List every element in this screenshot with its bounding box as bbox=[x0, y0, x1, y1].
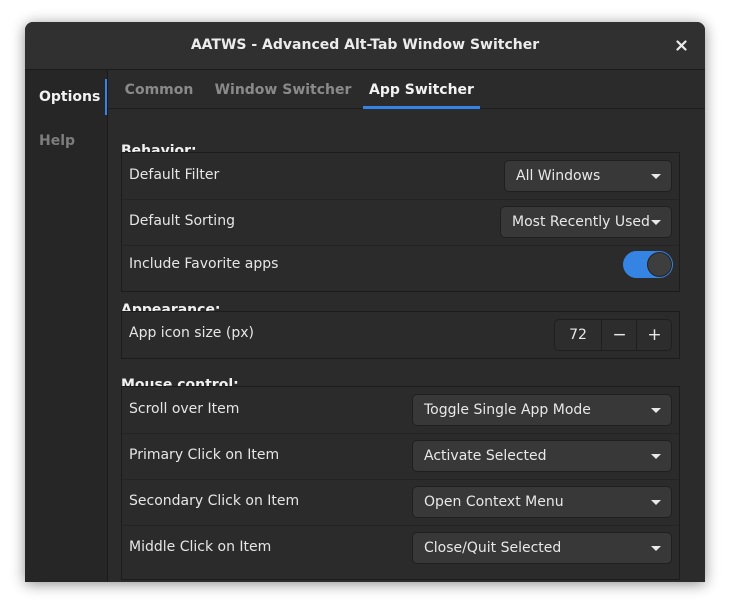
behavior-group: Default Filter All Windows Default Sorti… bbox=[121, 152, 680, 292]
sidebar-item-options[interactable]: Options bbox=[25, 79, 107, 115]
primary-click-dropdown[interactable]: Activate Selected bbox=[412, 440, 672, 472]
primary-click-row: Primary Click on Item Activate Selected bbox=[122, 433, 679, 479]
close-button[interactable] bbox=[669, 33, 693, 57]
icon-size-label: App icon size (px) bbox=[129, 325, 254, 341]
middle-click-value: Close/Quit Selected bbox=[424, 540, 562, 556]
include-favorites-row: Include Favorite apps bbox=[122, 245, 679, 291]
primary-click-value: Activate Selected bbox=[424, 448, 547, 464]
tab-bar: Common Window Switcher App Switcher bbox=[108, 70, 705, 109]
tab-window-switcher[interactable]: Window Switcher bbox=[211, 70, 355, 108]
increment-button[interactable]: + bbox=[636, 320, 672, 350]
default-sorting-label: Default Sorting bbox=[129, 213, 235, 229]
tab-app-switcher[interactable]: App Switcher bbox=[363, 70, 480, 109]
chevron-down-icon bbox=[651, 174, 661, 179]
appearance-group: App icon size (px) 72 − + bbox=[121, 311, 680, 359]
primary-click-label: Primary Click on Item bbox=[129, 447, 280, 463]
tab-common[interactable]: Common bbox=[120, 70, 198, 108]
middle-click-dropdown[interactable]: Close/Quit Selected bbox=[412, 532, 672, 564]
sidebar-item-help[interactable]: Help bbox=[25, 123, 107, 159]
sidebar: Options Help bbox=[25, 70, 108, 582]
main-content: Common Window Switcher App Switcher Beha… bbox=[108, 70, 705, 582]
default-filter-dropdown[interactable]: All Windows bbox=[504, 160, 672, 192]
include-favorites-switch[interactable] bbox=[623, 251, 673, 278]
close-icon bbox=[675, 39, 687, 51]
default-filter-label: Default Filter bbox=[129, 167, 220, 183]
default-sorting-value: Most Recently Used bbox=[512, 214, 650, 230]
icon-size-spinbutton: 72 − + bbox=[554, 319, 672, 351]
secondary-click-row: Secondary Click on Item Open Context Men… bbox=[122, 479, 679, 525]
chevron-down-icon bbox=[651, 220, 661, 225]
middle-click-label: Middle Click on Item bbox=[129, 539, 272, 555]
chevron-down-icon bbox=[651, 408, 661, 413]
secondary-click-dropdown[interactable]: Open Context Menu bbox=[412, 486, 672, 518]
secondary-click-label: Secondary Click on Item bbox=[129, 493, 300, 509]
chevron-down-icon bbox=[651, 546, 661, 551]
secondary-click-value: Open Context Menu bbox=[424, 494, 564, 510]
default-filter-value: All Windows bbox=[516, 168, 601, 184]
chevron-down-icon bbox=[651, 500, 661, 505]
title-bar: AATWS - Advanced Alt-Tab Window Switcher bbox=[25, 22, 705, 70]
default-sorting-row: Default Sorting Most Recently Used bbox=[122, 199, 679, 245]
mouse-group: Scroll over Item Toggle Single App Mode … bbox=[121, 386, 680, 580]
window-title: AATWS - Advanced Alt-Tab Window Switcher bbox=[190, 37, 540, 53]
default-filter-row: Default Filter All Windows bbox=[122, 153, 679, 199]
icon-size-row: App icon size (px) 72 − + bbox=[122, 312, 679, 358]
scroll-label: Scroll over Item bbox=[129, 401, 240, 417]
include-favorites-label: Include Favorite apps bbox=[129, 256, 279, 272]
scroll-row: Scroll over Item Toggle Single App Mode bbox=[122, 387, 679, 433]
switch-knob bbox=[647, 252, 672, 277]
scroll-value: Toggle Single App Mode bbox=[424, 402, 591, 418]
decrement-button[interactable]: − bbox=[601, 320, 637, 350]
chevron-down-icon bbox=[651, 454, 661, 459]
middle-click-row: Middle Click on Item Close/Quit Selected bbox=[122, 525, 679, 571]
icon-size-value[interactable]: 72 bbox=[555, 320, 601, 350]
preferences-window: AATWS - Advanced Alt-Tab Window Switcher… bbox=[25, 22, 705, 582]
scroll-dropdown[interactable]: Toggle Single App Mode bbox=[412, 394, 672, 426]
default-sorting-dropdown[interactable]: Most Recently Used bbox=[500, 206, 672, 238]
